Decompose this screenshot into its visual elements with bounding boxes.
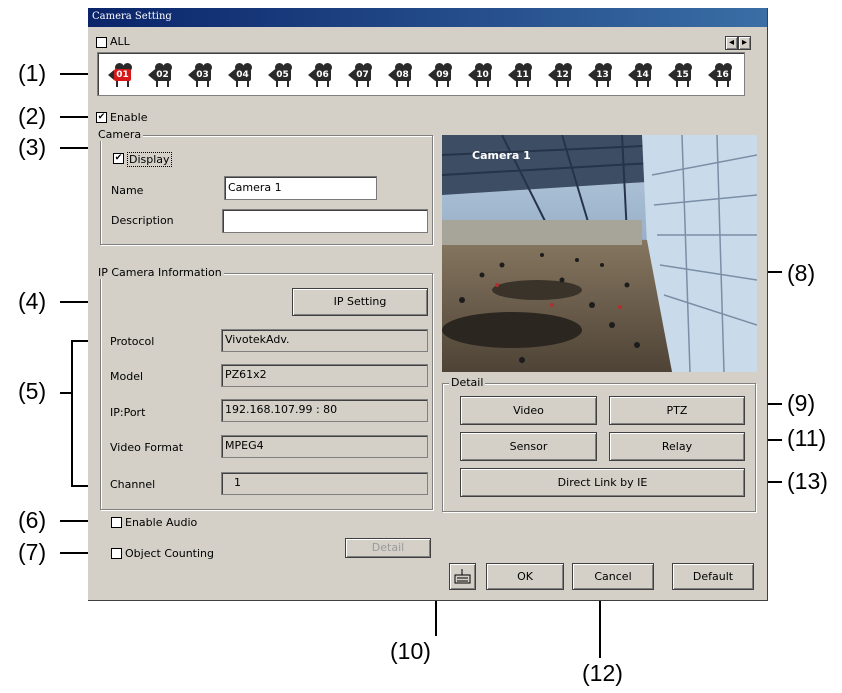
camera-button-05[interactable]: 05 <box>266 63 300 87</box>
counting-detail-button[interactable]: Detail <box>345 538 431 558</box>
camera-number: 14 <box>634 69 651 81</box>
camera-button-02[interactable]: 02 <box>146 63 180 87</box>
camera-stand-icon <box>676 81 689 87</box>
cancel-button[interactable]: Cancel <box>572 563 654 590</box>
camera-number: 01 <box>114 69 131 81</box>
camera-number: 08 <box>394 69 411 81</box>
camera-stand-icon <box>156 81 169 87</box>
all-checkbox[interactable] <box>96 37 107 48</box>
camera-stand-icon <box>516 81 529 87</box>
camera-button-03[interactable]: 03 <box>186 63 220 87</box>
camera-stand-icon <box>716 81 729 87</box>
camera-number: 02 <box>154 69 171 81</box>
ptz-button[interactable]: PTZ <box>609 396 745 425</box>
camera-number: 11 <box>514 69 531 81</box>
object-counting-label: Object Counting <box>125 547 214 560</box>
video-format-field: MPEG4 <box>221 435 428 458</box>
camera-strip: 01 02 03 04 05 06 07 08 09 10 11 12 13 14 15 16 <box>97 52 745 96</box>
camera-stand-icon <box>196 81 209 87</box>
enable-audio-label: Enable Audio <box>125 516 198 529</box>
camera-number: 04 <box>234 69 251 81</box>
default-button[interactable]: Default <box>672 563 754 590</box>
camera-stand-icon <box>556 81 569 87</box>
camera-button-13[interactable]: 13 <box>586 63 620 87</box>
camera-number: 07 <box>354 69 371 81</box>
camera-number: 10 <box>474 69 491 81</box>
object-counting-checkbox[interactable] <box>111 548 122 559</box>
preview-image <box>442 135 757 372</box>
keyboard-icon <box>454 569 471 584</box>
name-field[interactable]: Camera 1 <box>224 176 377 200</box>
camera-stand-icon <box>316 81 329 87</box>
camera-stand-icon <box>636 81 649 87</box>
window-title: Camera Setting <box>92 11 172 22</box>
ipport-label: IP:Port <box>110 406 146 419</box>
camera-button-11[interactable]: 11 <box>506 63 540 87</box>
camera-button-15[interactable]: 15 <box>666 63 700 87</box>
camera-group-title: Camera <box>96 128 144 141</box>
title-bar: Camera Setting <box>88 8 767 27</box>
ip-setting-button[interactable]: IP Setting <box>292 288 428 316</box>
camera-number: 15 <box>674 69 691 81</box>
model-field: PZ61x2 <box>221 364 428 387</box>
camera-button-14[interactable]: 14 <box>626 63 660 87</box>
preview-overlay-text: Camera 1 <box>472 149 531 162</box>
ipport-field: 192.168.107.99 : 80 <box>221 399 428 422</box>
camera-button-04[interactable]: 04 <box>226 63 260 87</box>
camera-stand-icon <box>596 81 609 87</box>
display-checkbox[interactable]: ✔ <box>113 153 124 164</box>
model-label: Model <box>110 370 144 383</box>
camera-button-12[interactable]: 12 <box>546 63 580 87</box>
description-label: Description <box>111 214 174 227</box>
camera-stand-icon <box>436 81 449 87</box>
scroll-right-button[interactable]: ▸ <box>738 36 751 50</box>
camera-stand-icon <box>236 81 249 87</box>
enable-audio-checkbox[interactable] <box>111 517 122 528</box>
ok-button[interactable]: OK <box>486 563 564 590</box>
protocol-field: VivotekAdv. <box>221 329 428 352</box>
direct-link-button[interactable]: Direct Link by IE <box>460 468 745 497</box>
camera-number: 12 <box>554 69 571 81</box>
camera-stand-icon <box>116 81 129 87</box>
camera-button-07[interactable]: 07 <box>346 63 380 87</box>
camera-button-08[interactable]: 08 <box>386 63 420 87</box>
camera-stand-icon <box>396 81 409 87</box>
keyboard-button[interactable] <box>449 563 476 590</box>
camera-number: 05 <box>274 69 291 81</box>
camera-button-06[interactable]: 06 <box>306 63 340 87</box>
camera-button-01[interactable]: 01 <box>106 63 140 87</box>
channel-field: 1 <box>221 472 428 495</box>
camera-number: 16 <box>714 69 731 81</box>
channel-label: Channel <box>110 478 156 491</box>
camera-number: 13 <box>594 69 611 81</box>
camera-stand-icon <box>276 81 289 87</box>
video-button[interactable]: Video <box>460 396 597 425</box>
name-label: Name <box>111 184 144 197</box>
scroll-left-button[interactable]: ◂ <box>725 36 738 50</box>
camera-number: 09 <box>434 69 451 81</box>
sensor-button[interactable]: Sensor <box>460 432 597 461</box>
camera-number: 06 <box>314 69 331 81</box>
enable-checkbox[interactable]: ✔ <box>96 112 107 123</box>
display-label: Display <box>127 152 172 167</box>
camera-setting-dialog: Camera Setting ALL ◂ ▸ 01 02 03 04 05 06 07 08 0… <box>88 8 768 601</box>
camera-number: 03 <box>194 69 211 81</box>
ip-camera-group-title: IP Camera Information <box>96 266 224 279</box>
camera-button-10[interactable]: 10 <box>466 63 500 87</box>
description-field[interactable] <box>222 209 428 233</box>
enable-label: Enable <box>110 111 148 124</box>
video-format-label: Video Format <box>110 441 184 454</box>
all-label: ALL <box>110 35 130 48</box>
camera-button-09[interactable]: 09 <box>426 63 460 87</box>
camera-button-16[interactable]: 16 <box>706 63 740 87</box>
camera-stand-icon <box>356 81 369 87</box>
detail-group-title: Detail <box>449 376 486 389</box>
camera-preview: Camera 1 <box>442 135 757 372</box>
relay-button[interactable]: Relay <box>609 432 745 461</box>
camera-stand-icon <box>476 81 489 87</box>
protocol-label: Protocol <box>110 335 155 348</box>
